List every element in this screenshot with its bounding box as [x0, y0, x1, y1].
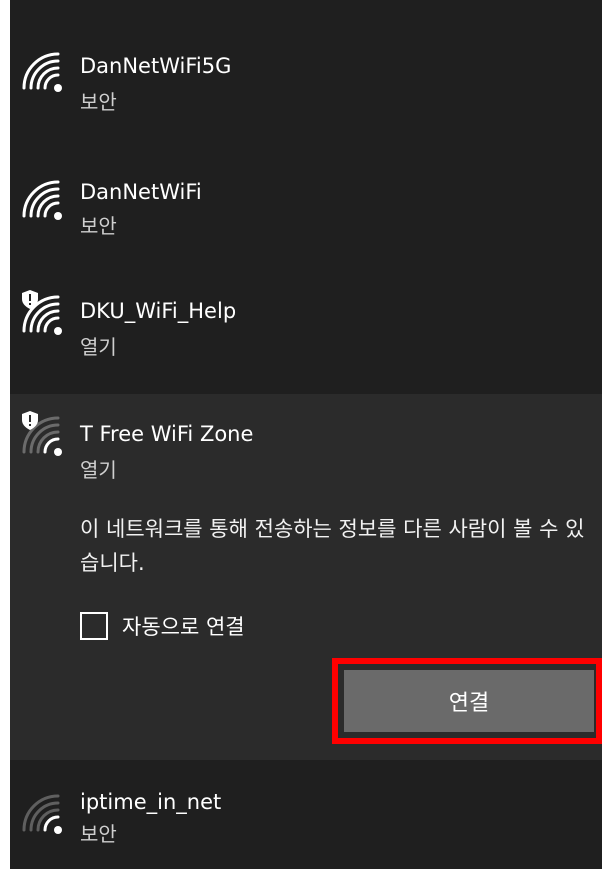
network-name: DanNetWiFi	[80, 180, 202, 204]
connect-button[interactable]: 연결	[344, 670, 594, 732]
network-item-dku-wifi-help[interactable]: DKU_WiFi_Help 열기	[10, 285, 602, 375]
network-status: 보안	[80, 214, 117, 238]
network-item-iptime-in-net[interactable]: iptime_in_net 보안	[10, 780, 602, 865]
wifi-network-panel: DanNetWiFi5G 보안 DanNetWiFi 보안 DKU_WiFi_H…	[10, 0, 602, 869]
network-name: T Free WiFi Zone	[80, 422, 254, 446]
auto-connect-label: 자동으로 연결	[122, 615, 245, 639]
network-name: DanNetWiFi5G	[80, 54, 232, 78]
wifi-open-icon	[22, 290, 62, 335]
network-status: 보안	[80, 90, 117, 114]
wifi-open-icon	[22, 411, 62, 456]
wifi-icon	[22, 180, 62, 220]
auto-connect-checkbox[interactable]	[80, 612, 108, 640]
network-status: 열기	[80, 335, 117, 359]
network-status: 열기	[80, 458, 117, 482]
wifi-icon	[22, 794, 62, 834]
open-network-warning: 이 네트워크를 통해 전송하는 정보를 다른 사람이 볼 수 있습니다.	[80, 517, 585, 575]
wifi-icon	[22, 52, 62, 92]
network-item-dannetwifi[interactable]: DanNetWiFi 보안	[10, 168, 602, 258]
network-name: iptime_in_net	[80, 790, 222, 814]
network-item-dannetwifi5g[interactable]: DanNetWiFi5G 보안	[10, 40, 602, 130]
network-status: 보안	[80, 822, 117, 846]
network-name: DKU_WiFi_Help	[80, 299, 237, 323]
auto-connect-option[interactable]: 자동으로 연결	[80, 608, 245, 644]
network-item-t-free-wifi-zone[interactable]: T Free WiFi Zone 열기	[10, 402, 602, 502]
